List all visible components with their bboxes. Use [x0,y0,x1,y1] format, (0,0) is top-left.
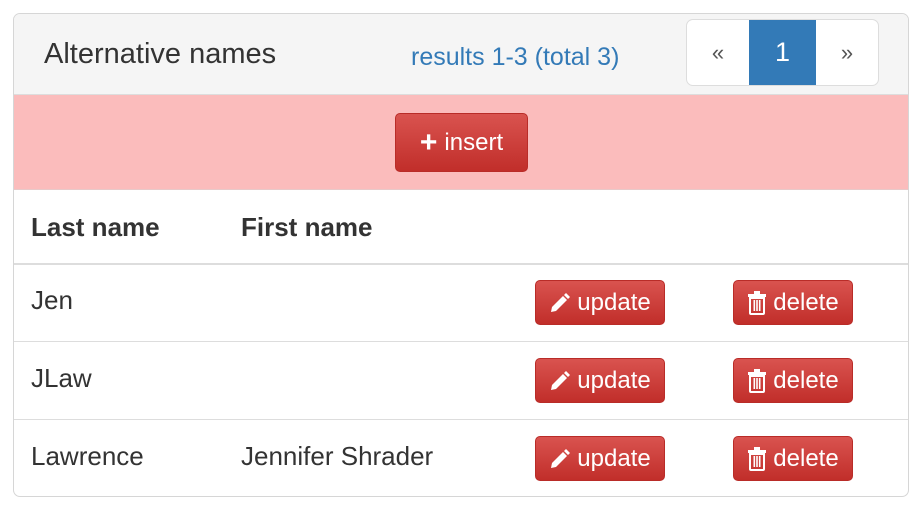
update-button-label: update [577,288,651,316]
column-header-first-name: First name [241,212,373,242]
trash-icon [748,446,767,471]
insert-button[interactable]: + insert [395,113,528,172]
pencil-icon [551,448,571,468]
results-summary: results 1-3 (total 3) [411,43,620,71]
last-name-cell: Lawrence [31,441,144,471]
column-header-last-name: Last name [31,212,160,242]
update-button[interactable]: update [535,280,665,325]
update-button[interactable]: update [535,358,665,403]
update-button-label: update [577,444,651,472]
trash-icon [748,368,767,393]
last-name-cell: JLaw [31,363,92,393]
table-row: Lawrence Jennifer Shrader update delete [14,420,908,496]
trash-icon [748,290,767,315]
panel-heading: Alternative names results 1-3 (total 3) … [14,14,908,95]
first-name-cell: Jennifer Shrader [241,441,434,471]
table-header: Last name First name [14,190,908,265]
update-button-label: update [577,366,651,394]
delete-button[interactable]: delete [733,358,853,403]
pagination-page-1[interactable]: 1 [749,20,816,85]
alternative-names-panel: Alternative names results 1-3 (total 3) … [13,13,909,497]
table-row: JLaw update delete [14,342,908,420]
plus-icon: + [419,125,438,159]
table-row: Jen update delete [14,264,908,342]
delete-button-label: delete [773,444,839,472]
panel-title: Alternative names [44,38,277,70]
delete-button[interactable]: delete [733,280,853,325]
delete-button-label: delete [773,366,839,394]
pagination-previous[interactable]: « [687,20,749,85]
pagination: « 1 » [686,19,879,86]
last-name-cell: Jen [31,285,73,315]
delete-button[interactable]: delete [733,436,853,481]
pagination-next[interactable]: » [816,20,878,85]
pencil-icon [551,292,571,312]
insert-row: + insert [14,95,908,190]
delete-button-label: delete [773,288,839,316]
pencil-icon [551,370,571,390]
insert-button-label: insert [444,128,504,156]
update-button[interactable]: update [535,436,665,481]
